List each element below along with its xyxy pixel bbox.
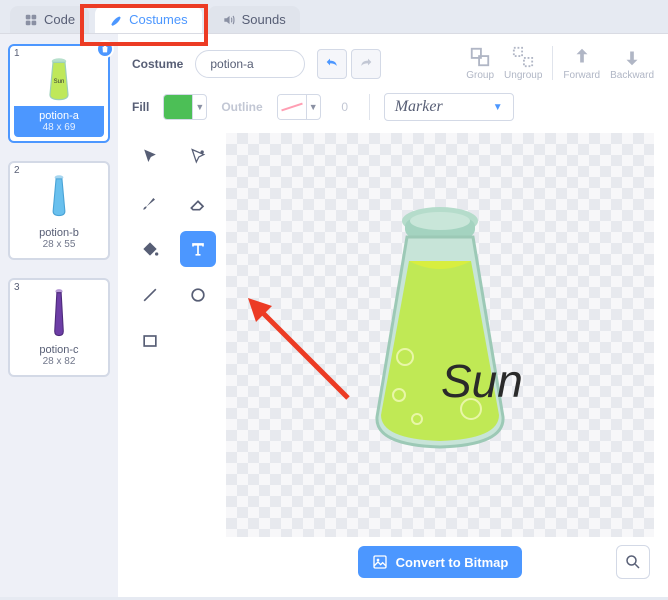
thumb-name: potion-c (16, 344, 102, 356)
costume-thumb-2[interactable]: 2 potion-b 28 x 55 (8, 161, 110, 260)
forward-icon (571, 46, 593, 68)
thumb-dimensions: 28 x 82 (16, 356, 102, 367)
backward-button[interactable]: Backward (610, 46, 654, 81)
tab-sounds[interactable]: Sounds (208, 6, 300, 33)
tool-reshape[interactable] (180, 139, 216, 175)
font-select[interactable]: Marker ▼ (384, 93, 514, 121)
code-icon (24, 13, 38, 27)
tool-palette (132, 133, 216, 587)
tool-line[interactable] (132, 277, 168, 313)
outline-color-picker[interactable]: ▼ (277, 94, 321, 120)
costume-name-input[interactable] (195, 50, 305, 78)
thumb-caption: potion-c 28 x 82 (14, 340, 104, 371)
outline-width: 0 (335, 100, 355, 114)
ungroup-label: Ungroup (504, 70, 542, 81)
thumb-dimensions: 48 x 69 (16, 122, 102, 133)
ungroup-icon (512, 46, 534, 68)
fill-swatch (164, 95, 192, 119)
tool-rect[interactable] (132, 323, 168, 359)
chevron-down-icon: ▼ (493, 102, 503, 113)
tab-bar: Code Costumes Sounds (0, 0, 668, 33)
thumb-name: potion-a (16, 110, 102, 122)
forward-label: Forward (563, 70, 600, 81)
artwork-text: Sun (441, 355, 523, 407)
thumb-number: 2 (14, 165, 20, 176)
tool-area: Sun Convert to Bitmap (132, 133, 654, 587)
thumb-preview (14, 284, 104, 340)
canvas[interactable]: Sun (226, 133, 654, 537)
backward-icon (621, 46, 643, 68)
thumb-caption: potion-a 48 x 69 (14, 106, 104, 137)
layer-actions: Group Ungroup Forward Backward (466, 46, 654, 81)
costume-label: Costume (132, 57, 183, 71)
thumb-preview (14, 167, 104, 223)
convert-label: Convert to Bitmap (396, 555, 509, 570)
undo-icon (324, 56, 340, 72)
chevron-down-icon: ▼ (192, 95, 206, 119)
brush-icon (109, 13, 123, 27)
editor-panel: Costume Group Ungroup (118, 34, 668, 597)
main-area: 1 Sun potion-a 48 x 69 2 potion-b 28 x 5… (0, 33, 668, 597)
chevron-down-icon: ▼ (306, 95, 320, 119)
tool-fill[interactable] (132, 231, 168, 267)
editor-row-name: Costume Group Ungroup (132, 46, 654, 81)
thumb-name: potion-b (16, 227, 102, 239)
canvas-bottom-bar: Convert to Bitmap (226, 537, 654, 587)
tab-code[interactable]: Code (10, 6, 89, 33)
group-button[interactable]: Group (466, 46, 494, 81)
tool-circle[interactable] (180, 277, 216, 313)
tool-text[interactable] (180, 231, 216, 267)
magnifier-icon (624, 553, 642, 571)
forward-button[interactable]: Forward (563, 46, 600, 81)
trash-icon (100, 44, 110, 54)
tab-costumes[interactable]: Costumes (95, 6, 202, 33)
tab-sounds-label: Sounds (242, 12, 286, 27)
tab-code-label: Code (44, 12, 75, 27)
zoom-button[interactable] (616, 545, 650, 579)
svg-text:Sun: Sun (54, 79, 65, 85)
ungroup-button[interactable]: Ungroup (504, 46, 542, 81)
costume-thumb-3[interactable]: 3 potion-c 28 x 82 (8, 278, 110, 377)
sound-icon (222, 13, 236, 27)
thumb-preview: Sun (14, 50, 104, 106)
backward-label: Backward (610, 70, 654, 81)
group-icon (469, 46, 491, 68)
fill-color-picker[interactable]: ▼ (163, 94, 207, 120)
canvas-wrapper: Sun Convert to Bitmap (226, 133, 654, 587)
thumb-caption: potion-b 28 x 55 (14, 223, 104, 254)
editor-row-style: Fill ▼ Outline ▼ 0 Marker ▼ (132, 93, 654, 121)
outline-swatch (278, 95, 306, 119)
font-name: Marker (395, 98, 443, 116)
tool-select[interactable] (132, 139, 168, 175)
fill-label: Fill (132, 100, 149, 114)
tool-brush[interactable] (132, 185, 168, 221)
redo-button[interactable] (351, 49, 381, 79)
thumb-number: 1 (14, 48, 20, 59)
outline-label: Outline (221, 100, 262, 114)
undo-button[interactable] (317, 49, 347, 79)
convert-to-bitmap-button[interactable]: Convert to Bitmap (358, 546, 523, 578)
costume-list: 1 Sun potion-a 48 x 69 2 potion-b 28 x 5… (0, 34, 118, 597)
group-label: Group (466, 70, 494, 81)
thumb-number: 3 (14, 282, 20, 293)
costume-artwork: Sun (345, 197, 535, 457)
undo-redo-group (317, 49, 381, 79)
redo-icon (358, 56, 374, 72)
costume-thumb-1[interactable]: 1 Sun potion-a 48 x 69 (8, 44, 110, 143)
delete-costume-button[interactable] (96, 40, 114, 58)
thumb-dimensions: 28 x 55 (16, 239, 102, 250)
bitmap-icon (372, 554, 388, 570)
tool-eraser[interactable] (180, 185, 216, 221)
tab-costumes-label: Costumes (129, 12, 188, 27)
